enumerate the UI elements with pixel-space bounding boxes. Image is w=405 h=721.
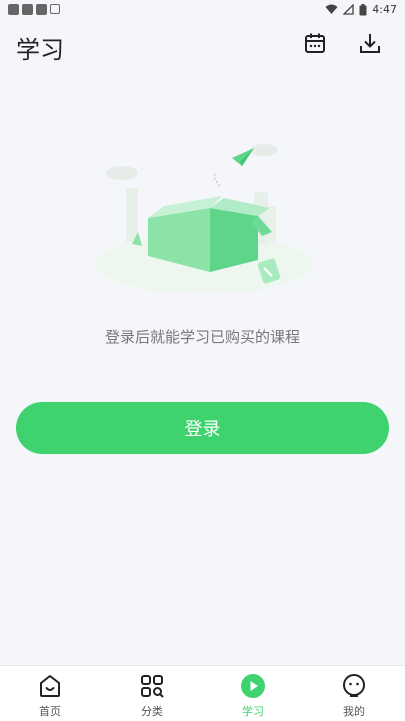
empty-state-message: 登录后就能学习已购买的课程 <box>104 328 300 346</box>
download-icon[interactable] <box>357 30 383 56</box>
notification-icon <box>8 4 19 15</box>
tab-label: 首页 <box>39 705 61 718</box>
notification-icon <box>22 4 33 15</box>
tab-label: 学习 <box>242 705 264 718</box>
category-icon <box>138 672 166 700</box>
notification-icons <box>8 4 60 15</box>
status-time: 4:47 <box>372 3 397 16</box>
calendar-icon[interactable] <box>302 30 328 56</box>
tab-home[interactable]: 首页 <box>5 666 95 721</box>
status-indicators: 4:47 <box>325 3 397 16</box>
header: 学习 <box>0 22 405 72</box>
home-icon <box>36 672 64 700</box>
tab-profile[interactable]: 我的 <box>309 666 399 721</box>
profile-icon <box>340 672 368 700</box>
play-icon <box>239 672 267 700</box>
tab-category[interactable]: 分类 <box>107 666 197 721</box>
tab-study[interactable]: 学习 <box>208 666 298 721</box>
empty-box-illustration <box>96 144 312 294</box>
bottom-tab-bar: 首页 分类 学习 我的 <box>0 665 405 721</box>
page-title: 学习 <box>16 36 64 64</box>
wifi-icon <box>325 4 338 14</box>
login-button[interactable]: 登录 <box>16 402 389 454</box>
notification-icon <box>50 4 60 14</box>
tab-label: 我的 <box>343 705 365 718</box>
tab-label: 分类 <box>141 705 163 718</box>
status-bar: 4:47 <box>0 0 405 22</box>
signal-icon <box>343 4 354 15</box>
notification-icon <box>36 4 47 15</box>
battery-icon <box>359 3 367 15</box>
